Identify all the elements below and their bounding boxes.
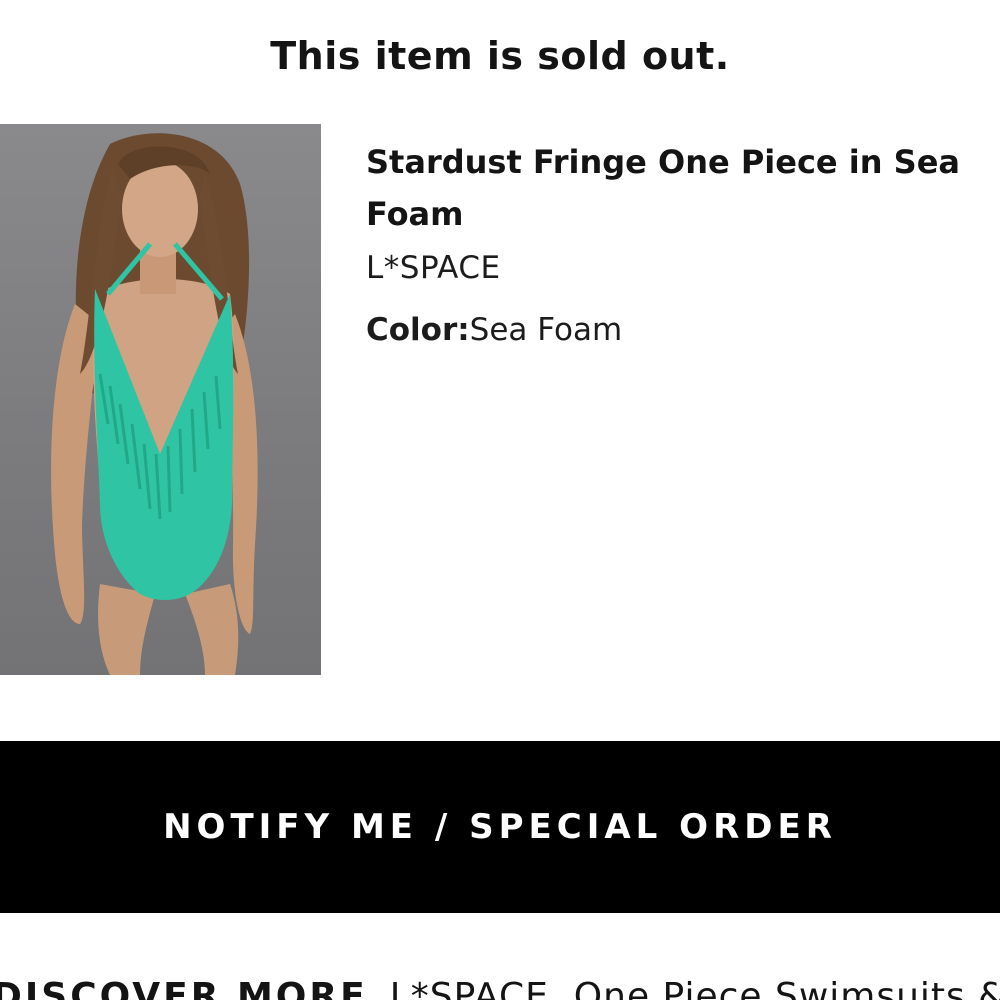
product-info: Stardust Fringe One Piece in Sea Foam L*…	[366, 136, 1000, 350]
color-label: Color:	[366, 312, 470, 348]
color-value: Sea Foam	[469, 312, 623, 348]
product-page: This item is sold out. Stardust Fringe O…	[0, 0, 1000, 1000]
color-row: Color:Sea Foam	[366, 310, 1000, 350]
discover-more-link[interactable]: L*SPACE, One Piece Swimsuits &	[390, 976, 1000, 1000]
discover-more-section: DISCOVER MORE L*SPACE, One Piece Swimsuit…	[0, 972, 1000, 1000]
product-image[interactable]	[0, 124, 321, 675]
sold-out-notice: This item is sold out.	[270, 34, 730, 78]
discover-more-heading: DISCOVER MORE	[0, 976, 368, 1000]
notify-me-button[interactable]: NOTIFY ME / SPECIAL ORDER	[0, 741, 1000, 913]
brand-name[interactable]: L*SPACE	[366, 248, 1000, 288]
product-title: Stardust Fringe One Piece in Sea Foam	[366, 143, 960, 233]
